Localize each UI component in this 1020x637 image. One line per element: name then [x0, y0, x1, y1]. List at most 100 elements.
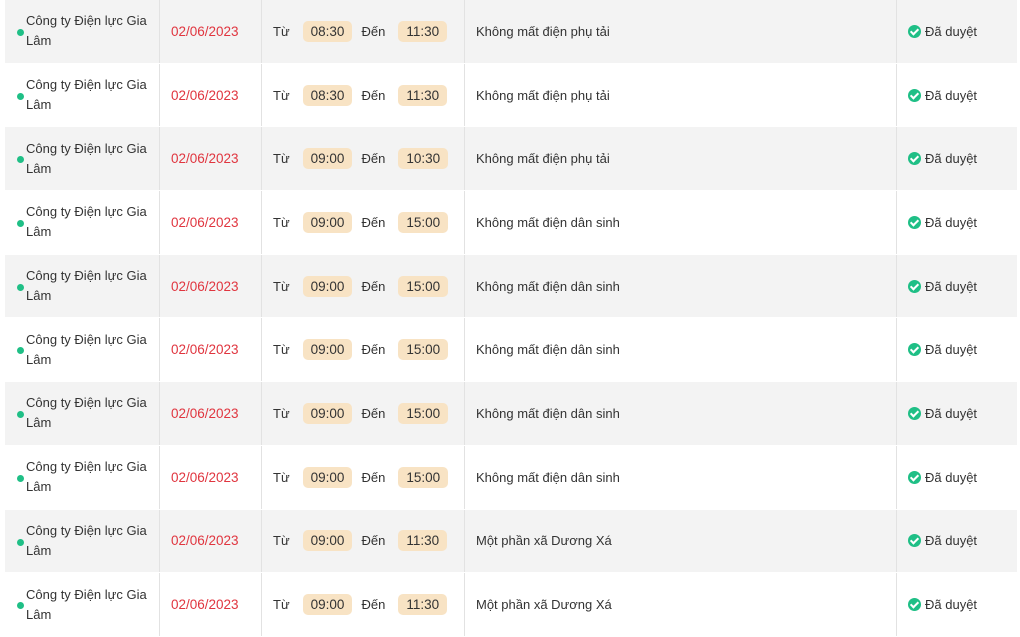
- unit-cell: Công ty Điện lực Gia Lâm: [5, 318, 160, 382]
- end-time-badge: 11:30: [398, 530, 448, 552]
- from-label: Từ: [273, 151, 290, 167]
- table-row[interactable]: Công ty Điện lực Gia Lâm 02/06/2023 Từ 09:0…: [5, 573, 1017, 637]
- unit-name: Công ty Điện lực Gia Lâm: [26, 395, 147, 431]
- date-cell: 02/06/2023: [160, 254, 262, 318]
- to-label: Đến: [361, 214, 386, 230]
- outage-date: 02/06/2023: [171, 342, 239, 358]
- time-cell: Từ 09:00 Đến 11:30: [262, 573, 465, 636]
- check-circle-icon: [908, 152, 921, 166]
- date-cell: 02/06/2023: [160, 509, 262, 573]
- green-dot-icon: [17, 283, 24, 291]
- description-cell: Không mất điện dân sinh: [465, 318, 897, 382]
- unit-cell: Công ty Điện lực Gia Lâm: [5, 63, 160, 127]
- end-time-badge: 11:30: [398, 84, 448, 106]
- table-row[interactable]: Công ty Điện lực Gia Lâm 02/06/2023 Từ 08:3…: [5, 0, 1017, 64]
- start-time-badge: 09:00: [302, 402, 353, 424]
- status-cell: Đã duyệt: [897, 446, 1017, 509]
- outage-description: Không mất điện dân sinh: [476, 405, 620, 421]
- check-circle-icon: [908, 279, 921, 293]
- status-badge: Đã duyệt: [908, 151, 977, 166]
- outage-description: Không mất điện phụ tải: [476, 23, 610, 39]
- check-circle-icon: [908, 215, 921, 229]
- status-badge: Đã duyệt: [908, 279, 977, 294]
- unit-name: Công ty Điện lực Gia Lâm: [26, 140, 147, 176]
- green-dot-icon: [17, 347, 24, 355]
- status-label: Đã duyệt: [925, 278, 978, 294]
- end-time-badge: 15:00: [398, 275, 449, 297]
- status-label: Đã duyệt: [925, 151, 978, 167]
- end-time-badge: 11:30: [398, 594, 448, 616]
- time-cell: Từ 09:00 Đến 15:00: [262, 445, 465, 509]
- outage-date: 02/06/2023: [171, 278, 239, 294]
- unit-name: Công ty Điện lực Gia Lâm: [26, 459, 147, 495]
- end-time-badge: 10:30: [398, 148, 449, 170]
- to-label: Đến: [361, 87, 386, 103]
- status-label: Đã duyệt: [925, 469, 978, 485]
- table-row[interactable]: Công ty Điện lực Gia Lâm 02/06/2023 Từ 08:3…: [5, 63, 1017, 128]
- time-cell: Từ 09:00 Đến 15:00: [262, 318, 465, 382]
- status-badge: Đã duyệt: [908, 406, 977, 421]
- time-cell: Từ 08:30 Đến 11:30: [262, 63, 465, 127]
- outage-date: 02/06/2023: [171, 214, 239, 230]
- status-label: Đã duyệt: [925, 23, 978, 39]
- unit-cell: Công ty Điện lực Gia Lâm: [5, 0, 160, 63]
- description-cell: Không mất điện phụ tải: [465, 127, 897, 191]
- outage-description: Không mất điện phụ tải: [476, 87, 610, 103]
- status-cell: Đã duyệt: [897, 127, 1017, 190]
- unit-cell: Công ty Điện lực Gia Lâm: [5, 254, 160, 318]
- table-row[interactable]: Công ty Điện lực Gia Lâm 02/06/2023 Từ 09:0…: [5, 254, 1017, 319]
- date-cell: 02/06/2023: [160, 382, 262, 445]
- to-label: Đến: [361, 342, 386, 358]
- outage-date: 02/06/2023: [171, 597, 239, 613]
- status-badge: Đã duyệt: [908, 533, 977, 548]
- from-label: Từ: [273, 23, 290, 39]
- status-cell: Đã duyệt: [897, 510, 1017, 573]
- description-cell: Không mất điện dân sinh: [465, 445, 897, 509]
- green-dot-icon: [17, 411, 24, 419]
- unit-name: Công ty Điện lực Gia Lâm: [26, 586, 147, 622]
- table-row[interactable]: Công ty Điện lực Gia Lâm 02/06/2023 Từ 09:0…: [5, 382, 1017, 446]
- date-cell: 02/06/2023: [160, 191, 262, 254]
- from-label: Từ: [273, 342, 290, 358]
- check-circle-icon: [908, 598, 921, 612]
- time-cell: Từ 09:00 Đến 15:00: [262, 191, 465, 254]
- time-cell: Từ 09:00 Đến 10:30: [262, 127, 465, 191]
- table-row[interactable]: Công ty Điện lực Gia Lâm 02/06/2023 Từ 09:0…: [5, 445, 1017, 510]
- end-time-badge: 11:30: [398, 20, 448, 42]
- description-cell: Một phần xã Dương Xá: [465, 573, 897, 636]
- outage-date: 02/06/2023: [171, 533, 239, 549]
- unit-cell: Công ty Điện lực Gia Lâm: [5, 191, 160, 254]
- start-time-badge: 09:00: [302, 466, 353, 488]
- status-cell: Đã duyệt: [897, 0, 1017, 63]
- unit-name: Công ty Điện lực Gia Lâm: [26, 204, 147, 240]
- unit-cell: Công ty Điện lực Gia Lâm: [5, 573, 160, 636]
- status-badge: Đã duyệt: [908, 215, 977, 230]
- to-label: Đến: [361, 469, 386, 485]
- to-label: Đến: [361, 151, 386, 167]
- check-circle-icon: [908, 88, 921, 102]
- description-cell: Không mất điện phụ tải: [465, 0, 897, 63]
- green-dot-icon: [17, 474, 24, 482]
- outage-date: 02/06/2023: [171, 469, 239, 485]
- table-row[interactable]: Công ty Điện lực Gia Lâm 02/06/2023 Từ 09:0…: [5, 191, 1017, 255]
- check-circle-icon: [908, 24, 921, 38]
- status-cell: Đã duyệt: [897, 573, 1017, 636]
- table-row[interactable]: Công ty Điện lực Gia Lâm 02/06/2023 Từ 09:0…: [5, 318, 1017, 383]
- from-label: Từ: [273, 469, 290, 485]
- table-row[interactable]: Công ty Điện lực Gia Lâm 02/06/2023 Từ 09:0…: [5, 127, 1017, 192]
- to-label: Đến: [361, 533, 386, 549]
- table-row[interactable]: Công ty Điện lực Gia Lâm 02/06/2023 Từ 09:0…: [5, 509, 1017, 574]
- to-label: Đến: [361, 597, 386, 613]
- end-time-badge: 15:00: [398, 339, 449, 361]
- status-cell: Đã duyệt: [897, 255, 1017, 318]
- check-circle-icon: [908, 343, 921, 357]
- start-time-badge: 09:00: [302, 594, 353, 616]
- description-cell: Một phần xã Dương Xá: [465, 509, 897, 573]
- status-label: Đã duyệt: [925, 405, 978, 421]
- status-label: Đã duyệt: [925, 342, 978, 358]
- to-label: Đến: [361, 278, 386, 294]
- from-label: Từ: [273, 278, 290, 294]
- start-time-badge: 09:00: [302, 148, 353, 170]
- status-badge: Đã duyệt: [908, 88, 977, 103]
- from-label: Từ: [273, 533, 290, 549]
